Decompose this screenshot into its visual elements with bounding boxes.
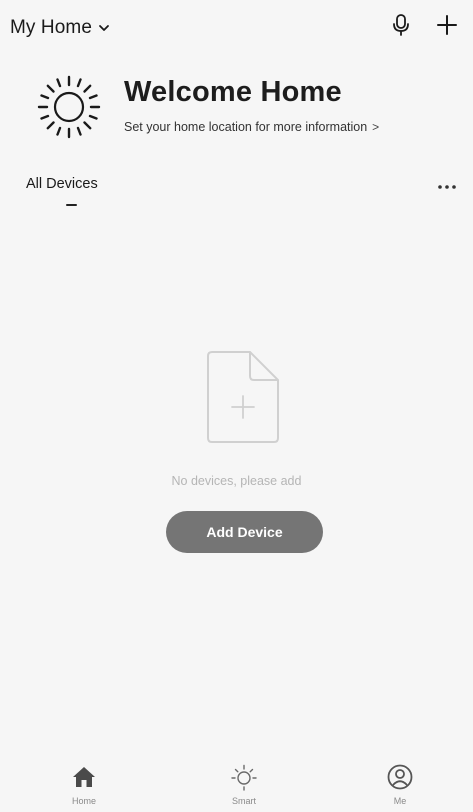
microphone-icon <box>391 13 411 42</box>
profile-icon <box>386 763 414 791</box>
tab-all-devices[interactable]: All Devices <box>26 176 98 192</box>
home-name: My Home <box>10 17 92 38</box>
nav-item-home[interactable]: Home <box>44 763 124 811</box>
microphone-button[interactable] <box>386 12 416 42</box>
add-button[interactable] <box>432 12 462 42</box>
bottom-nav: Home Smart Me <box>0 757 473 812</box>
set-location-link[interactable]: Set your home location for more informat… <box>124 120 379 134</box>
nav-label-me: Me <box>393 796 407 806</box>
welcome-section: Welcome Home Set your home location for … <box>0 64 473 154</box>
smart-sun-icon <box>230 763 258 791</box>
nav-label-smart: Smart <box>231 796 256 806</box>
location-prompt-text: Set your home location for more informat… <box>124 120 368 134</box>
more-options-button[interactable] <box>432 174 462 198</box>
chevron-down-icon <box>98 22 110 34</box>
add-device-button[interactable]: Add Device <box>166 511 323 553</box>
plus-icon <box>436 14 458 41</box>
nav-item-smart[interactable]: Smart <box>204 763 284 811</box>
home-icon <box>70 763 98 791</box>
more-dots-icon <box>437 177 457 195</box>
chevron-right-icon: > <box>372 120 380 134</box>
welcome-title: Welcome Home <box>124 76 342 108</box>
empty-state: No devices, please add Add Device <box>0 350 473 570</box>
nav-label-home: Home <box>71 796 96 806</box>
home-selector[interactable]: My Home <box>10 14 110 42</box>
empty-message: No devices, please add <box>171 474 302 488</box>
nav-item-me[interactable]: Me <box>360 763 440 811</box>
active-tab-indicator <box>66 204 77 206</box>
devices-header: All Devices <box>0 170 473 210</box>
sun-icon <box>36 74 102 140</box>
top-bar: My Home <box>0 0 473 56</box>
app-screen: My Home Welcome Home Set your home locat… <box>0 0 473 812</box>
add-document-icon <box>206 350 280 444</box>
